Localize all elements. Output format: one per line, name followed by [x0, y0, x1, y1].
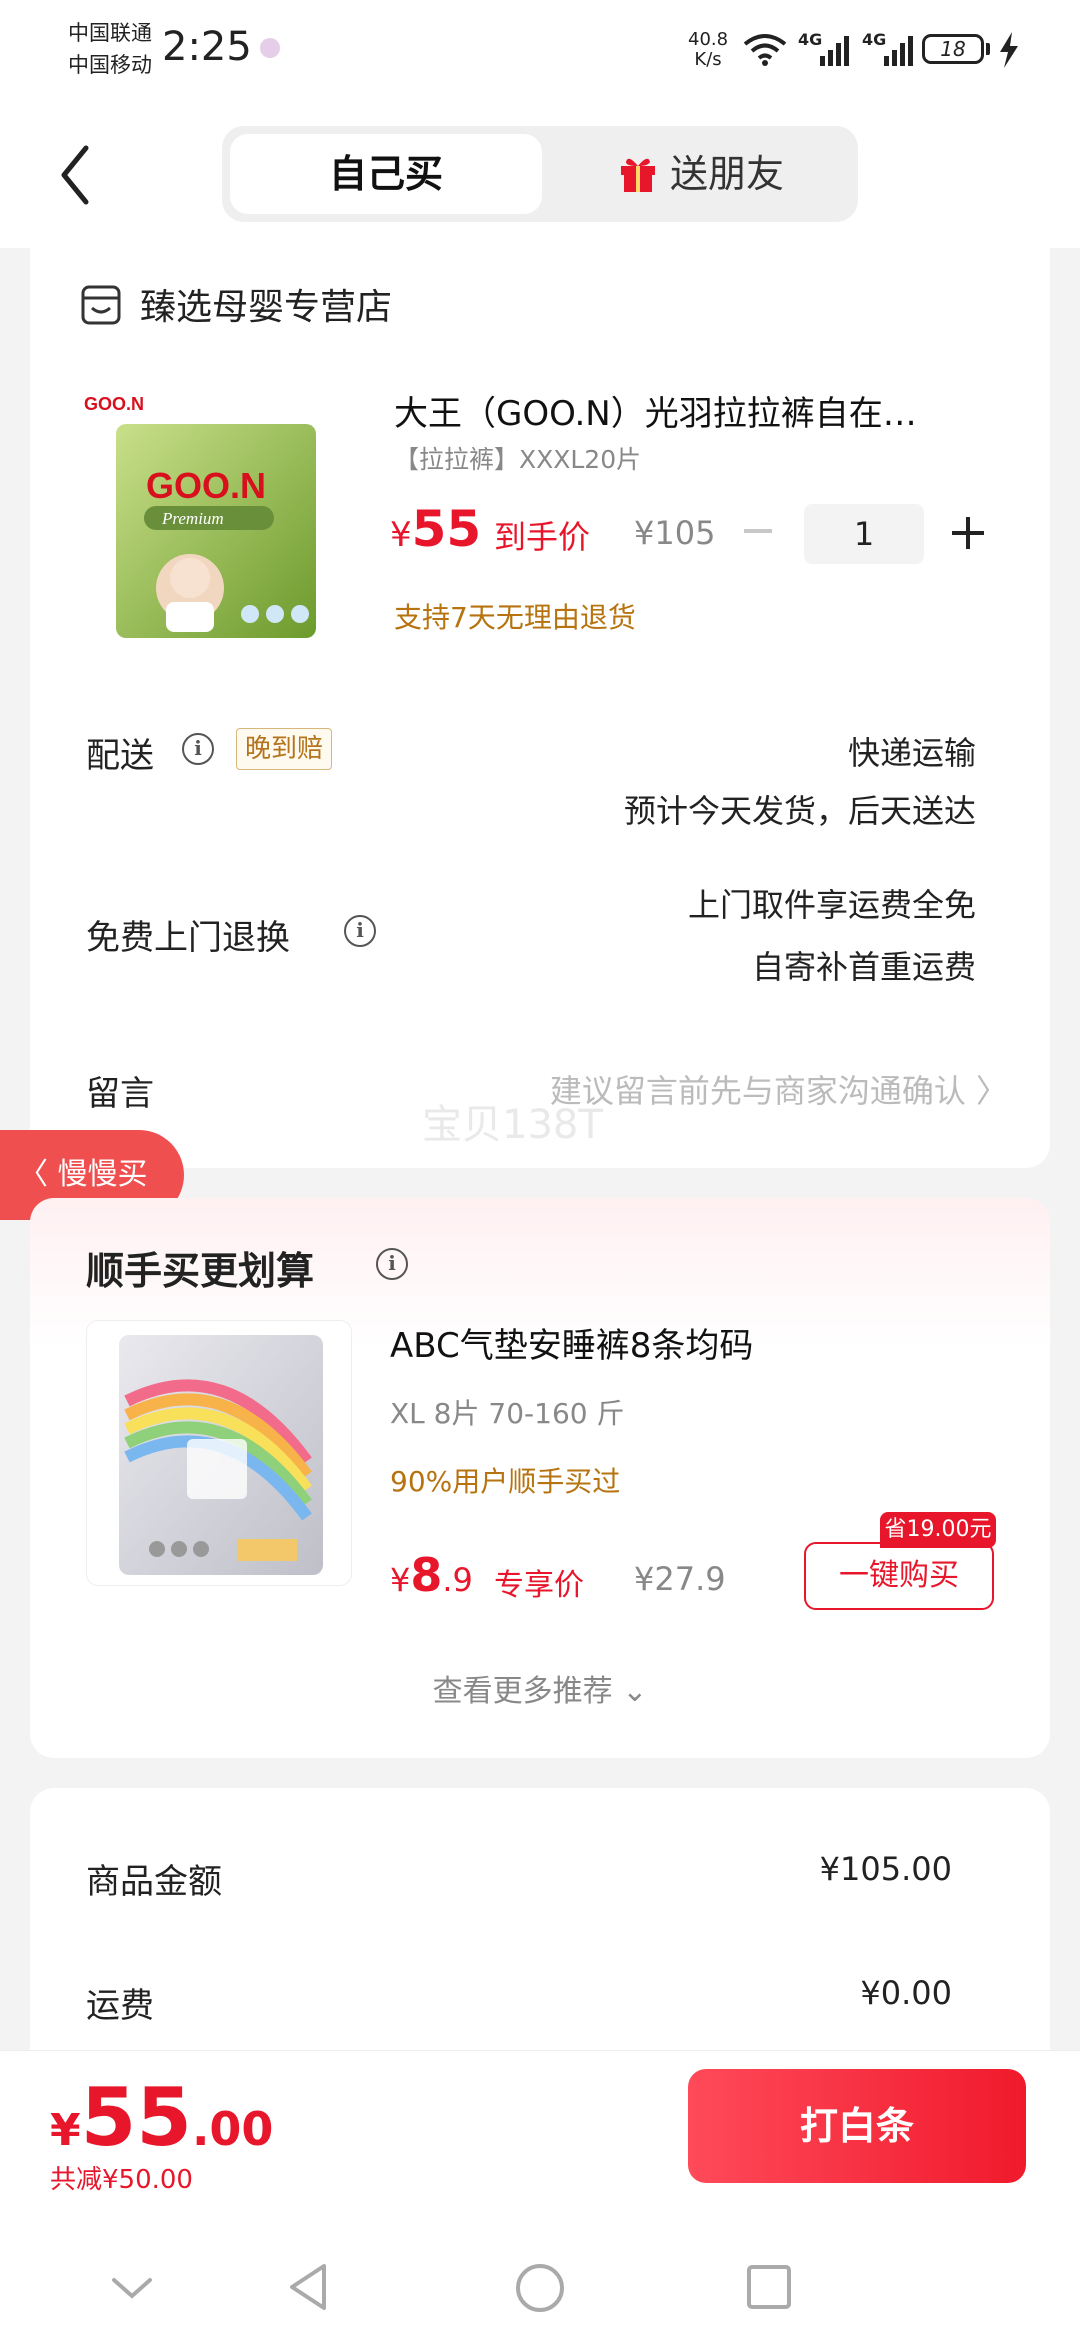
store-icon [81, 285, 121, 325]
signal-1-label: 4G [798, 30, 823, 49]
package-brand-text: GOO.N [146, 465, 266, 506]
signal-2-icon [884, 36, 913, 66]
brand-logo-text: GOO.N [84, 394, 144, 414]
store-name[interactable]: 臻选母婴专营店 [140, 278, 392, 330]
decrease-quantity-button[interactable] [742, 506, 774, 556]
late-compensation-badge: 晚到赔 [236, 728, 333, 770]
tab-gift-label: 送朋友 [669, 152, 784, 196]
net-speed-unit: K/s [694, 49, 722, 70]
battery-cap [986, 43, 990, 55]
recommend-item-price: ¥8.9 [390, 1548, 473, 1602]
free-return-info-icon[interactable]: i [344, 915, 376, 947]
view-more-recommend[interactable]: 查看更多推荐 ⌄ [0, 1666, 1080, 1710]
product-title[interactable]: 大王（GOO.N）光羽拉拉裤自在… [394, 386, 974, 435]
message-label: 留言 [86, 1074, 154, 1114]
carrier-2: 中国移动 [68, 53, 152, 77]
total-price: ¥55.00 [50, 2071, 273, 2164]
recommend-item-spec: XL 8片 70-160 斤 [390, 1397, 625, 1430]
purchase-mode-tabs: 自己买 送朋友 [222, 126, 858, 222]
reco-price-int: 8 [410, 1548, 443, 1602]
price-value: 55 [411, 500, 482, 558]
increase-quantity-button[interactable] [950, 508, 986, 558]
carrier-1: 中国联通 [68, 21, 152, 45]
notification-icon [260, 38, 280, 58]
gift-icon [620, 158, 655, 192]
signal-1-icon [820, 36, 849, 66]
recommend-item-title[interactable]: ABC气垫安睡裤8条均码 [390, 1318, 753, 1367]
tab-gift-friend[interactable]: 送朋友 [552, 134, 850, 214]
charging-icon [1000, 32, 1018, 68]
recommend-price-tag: 专享价 [494, 1568, 584, 1603]
recommend-original-price: ¥27.9 [634, 1560, 726, 1598]
free-return-label: 免费上门退换 [86, 918, 290, 958]
goods-amount-value: ¥105.00 [819, 1850, 952, 1888]
system-nav-bar [0, 2226, 1080, 2340]
wifi-icon [743, 34, 787, 66]
free-return-line-1: 上门取件享运费全免 [687, 886, 976, 924]
free-return-line-2: 自寄补首重运费 [751, 948, 976, 986]
signal-2-label: 4G [862, 30, 887, 49]
total-int: 55 [80, 2071, 192, 2164]
back-triangle-icon[interactable] [286, 2262, 330, 2312]
recommend-info-icon[interactable]: i [376, 1248, 408, 1280]
delivery-label: 配送 [86, 736, 154, 776]
recommend-item-image[interactable] [86, 1320, 352, 1586]
package-series-text: Premium [161, 509, 224, 528]
message-input[interactable]: 建议留言前先与商家沟通确认 〉 [550, 1066, 1008, 1112]
shipping-label: 运费 [86, 1986, 154, 2026]
shipping-value: ¥0.00 [860, 1974, 952, 2012]
save-amount-badge: 省19.00元 [880, 1512, 996, 1548]
product-price: ¥55 [390, 500, 481, 558]
recents-square-icon[interactable] [746, 2264, 792, 2310]
return-policy-note: 支持7天无理由退货 [394, 601, 636, 634]
back-arrow-icon[interactable] [52, 140, 112, 210]
reco-price-dec: .9 [442, 1561, 473, 1599]
reco-price-symbol: ¥ [390, 1561, 411, 1599]
one-click-buy-button[interactable]: 一键购买 [804, 1542, 994, 1610]
recommend-title: 顺手买更划算 [86, 1249, 315, 1293]
price-symbol: ¥ [390, 515, 412, 555]
goods-amount-label: 商品金额 [86, 1862, 222, 1902]
delivery-method: 快递运输 [847, 734, 976, 772]
total-dec: .00 [191, 2102, 274, 2156]
total-symbol: ¥ [50, 2105, 81, 2156]
home-circle-icon[interactable] [514, 2262, 566, 2314]
battery-icon: 18 [922, 34, 984, 64]
watermark-text: 宝贝138T [422, 1102, 603, 1148]
delivery-info-icon[interactable]: i [182, 733, 214, 765]
slow-buy-label: 慢慢买 [57, 1157, 148, 1192]
price-tag: 到手价 [494, 518, 591, 556]
clock: 2:25 [162, 24, 252, 70]
delivery-estimate: 预计今天发货，后天送达 [623, 792, 976, 830]
chevron-left-icon: 〈 [18, 1157, 58, 1192]
product-spec[interactable]: 【拉拉裤】XXXL20片 [394, 440, 641, 476]
status-bar: 中国联通 中国移动 2:25 40.8 K/s 4G 4G 18 [0, 0, 1080, 100]
checkout-bar: ¥55.00 共减¥50.00 打白条 [0, 2050, 1080, 2227]
original-price: ¥105 [634, 514, 716, 552]
total-discount: 共减¥50.00 [50, 2165, 193, 2195]
recommend-item-note: 90%用户顺手买过 [390, 1465, 621, 1498]
chevron-down-icon[interactable] [110, 2276, 154, 2302]
header: 自己买 送朋友 [0, 100, 1080, 248]
product-image[interactable]: GOO.N GOO.N Premium [80, 388, 324, 642]
tab-buy-for-self[interactable]: 自己买 [230, 134, 542, 214]
net-speed-value: 40.8 [688, 29, 729, 50]
net-speed: 40.8 K/s [688, 30, 728, 70]
quantity-input[interactable]: 1 [804, 504, 924, 564]
pay-button[interactable]: 打白条 [688, 2069, 1026, 2183]
